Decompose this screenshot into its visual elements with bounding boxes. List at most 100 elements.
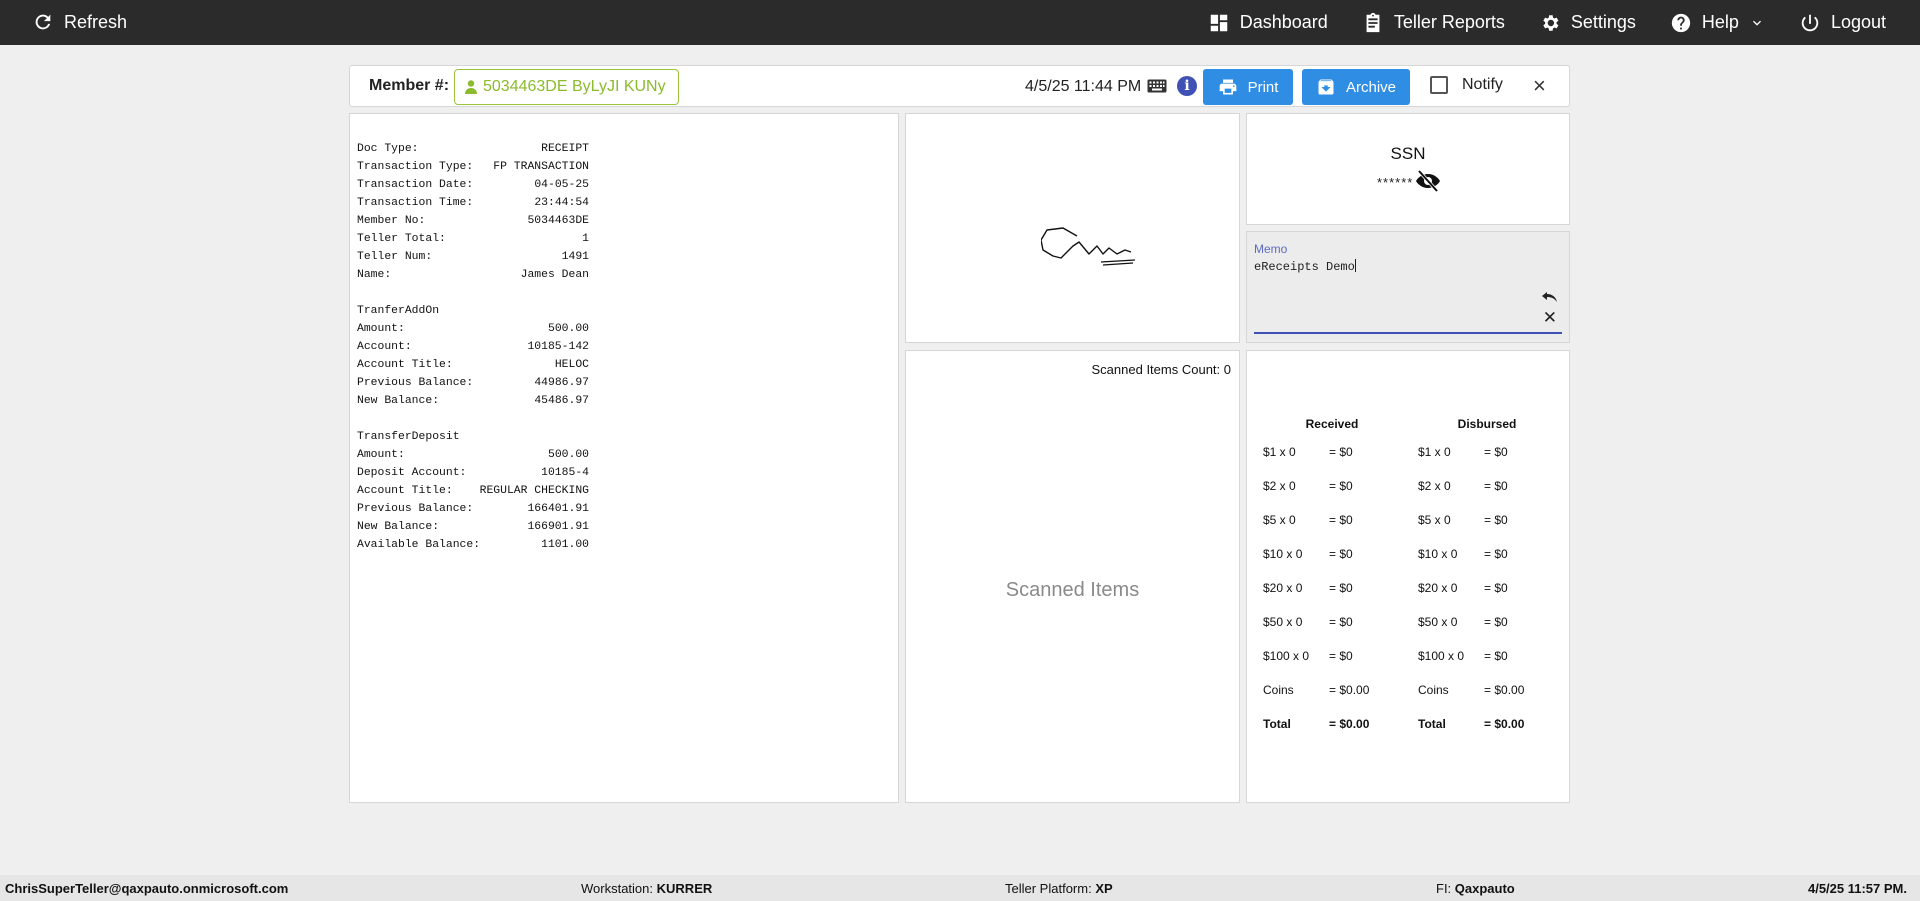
receipt-key: New Balance:: [357, 395, 440, 407]
denomination: Coins: [1263, 683, 1294, 697]
close-button[interactable]: ×: [1533, 74, 1546, 98]
cash-disbursed-column: Disbursed $1 x 0 = $0 $2 x 0 = $0 $5 x 0 = $0…: [1418, 417, 1548, 741]
print-button[interactable]: Print: [1203, 69, 1293, 105]
help-label: Help: [1701, 12, 1739, 32]
receipt-key: Previous Balance:: [357, 503, 474, 515]
refresh-label: Refresh: [64, 11, 128, 32]
scanned-items-panel: Scanned Items Count: 0 Scanned Items: [905, 350, 1240, 803]
receipt-key: Available Balance:: [357, 539, 481, 551]
logout-link[interactable]: Logout: [1799, 12, 1886, 34]
help-icon: [1671, 13, 1691, 32]
memo-input[interactable]: eReceipts Demo: [1254, 259, 1356, 274]
notify-checkbox[interactable]: [1430, 76, 1448, 94]
receipt-section-title: TransferDeposit: [357, 431, 460, 443]
receipt-line: Deposit Account: 10185-4: [357, 464, 589, 482]
dashboard-link[interactable]: Dashboard: [1208, 12, 1328, 34]
info-icon[interactable]: i: [1177, 76, 1197, 96]
disbursed-row: $1 x 0 = $0: [1418, 435, 1548, 469]
receipt-section-title: TranferAddOn: [357, 305, 440, 317]
receipt-key: Member No:: [357, 215, 426, 227]
receipt-line: Account: 10185-142: [357, 338, 589, 356]
denomination: $2 x 0: [1263, 479, 1296, 493]
receipt-key: Deposit Account:: [357, 467, 467, 479]
receipt-value: 500.00: [547, 323, 589, 335]
receipt-line: Amount: 500.00: [357, 446, 589, 464]
receipt-key: Doc Type:: [357, 143, 419, 155]
received-row: $2 x 0 = $0: [1263, 469, 1393, 503]
notify-label: Notify: [1462, 76, 1503, 93]
print-label: Print: [1247, 78, 1279, 96]
help-menu[interactable]: Help: [1670, 12, 1765, 34]
receipt-line: Previous Balance: 44986.97: [357, 374, 589, 392]
dashboard-label: Dashboard: [1239, 12, 1328, 32]
member-number-value: 5034463DE ByLyJI KUNy: [483, 78, 666, 95]
amount: = $0: [1329, 445, 1353, 459]
receipt-line: Member No: 5034463DE: [357, 212, 589, 230]
amount: = $0: [1329, 615, 1353, 629]
denomination: Total: [1263, 717, 1291, 731]
cash-received-column: Received $1 x 0 = $0 $2 x 0 = $0 $5 x 0 = $0 $…: [1263, 417, 1393, 741]
receipt-value: 166401.91: [527, 503, 589, 515]
chevron-down-icon: [1752, 20, 1761, 26]
denomination: $2 x 0: [1418, 479, 1451, 493]
amount: = $0: [1484, 445, 1508, 459]
amount: = $0: [1484, 581, 1508, 595]
received-row: $20 x 0 = $0: [1263, 571, 1393, 605]
disbursed-row: $50 x 0 = $0: [1418, 605, 1548, 639]
receipt-value: 166901.91: [527, 521, 589, 533]
keyboard-icon[interactable]: [1147, 79, 1167, 93]
member-number-chip[interactable]: 5034463DE ByLyJI KUNy: [454, 69, 679, 105]
memo-field[interactable]: Memo eReceipts Demo ✕: [1246, 231, 1570, 343]
denomination: $5 x 0: [1418, 513, 1451, 527]
receipt-value: James Dean: [520, 269, 589, 281]
disbursed-row: $10 x 0 = $0: [1418, 537, 1548, 571]
teller-reports-link[interactable]: Teller Reports: [1362, 12, 1505, 34]
signature-panel: [905, 113, 1240, 343]
dashboard-icon: [1210, 14, 1227, 31]
denomination: $1 x 0: [1418, 445, 1451, 459]
received-row: $1 x 0 = $0: [1263, 435, 1393, 469]
receipt-key: Name:: [357, 269, 392, 281]
receipt-key: Teller Total:: [357, 233, 446, 245]
refresh-icon: [35, 14, 51, 30]
clear-icon[interactable]: ✕: [1543, 309, 1557, 326]
denomination: $50 x 0: [1263, 615, 1303, 629]
power-icon: [1801, 14, 1819, 31]
memo-underline: [1254, 332, 1562, 334]
settings-link[interactable]: Settings: [1539, 12, 1636, 34]
status-datetime: 4/5/25 11:57 PM.: [1807, 881, 1907, 896]
receipt-line: Account Title: REGULAR CHECKING: [357, 482, 589, 500]
member-number-label: Member #:: [369, 77, 450, 94]
amount: = $0: [1329, 479, 1353, 493]
teller-reports-label: Teller Reports: [1393, 12, 1505, 32]
receipt-value: 500.00: [547, 449, 589, 461]
denomination: Total: [1418, 717, 1446, 731]
received-row: $50 x 0 = $0: [1263, 605, 1393, 639]
receipt-spacer: [357, 284, 589, 302]
undo-icon[interactable]: [1541, 290, 1559, 304]
receipt-line: Teller Total: 1: [357, 230, 589, 248]
received-row: $5 x 0 = $0: [1263, 503, 1393, 537]
memo-label: Memo: [1254, 242, 1288, 256]
eye-slash-icon[interactable]: [1415, 169, 1441, 193]
memo-value: eReceipts Demo: [1254, 260, 1355, 274]
denomination: $20 x 0: [1263, 581, 1303, 595]
status-workstation: Workstation: KURRER: [581, 881, 713, 896]
transaction-datetime: 4/5/25 11:44 PM: [1025, 78, 1142, 95]
archive-button[interactable]: Archive: [1302, 69, 1410, 105]
disbursed-total-row: Total = $0.00: [1418, 707, 1548, 741]
ssn-masked-value: ******: [1377, 175, 1414, 190]
archive-icon: [1318, 79, 1334, 95]
clipboard-icon: [1366, 12, 1380, 32]
receipt-line: Transaction Time: 23:44:54: [357, 194, 589, 212]
receipt-value: 1101.00: [541, 539, 589, 551]
amount: = $0.00: [1329, 683, 1370, 697]
refresh-button[interactable]: Refresh: [32, 11, 127, 33]
receipt-value: RECEIPT: [541, 143, 589, 155]
notify-toggle[interactable]: Notify: [1430, 76, 1503, 94]
receipt-key: Teller Num:: [357, 251, 433, 263]
receipt-key: Transaction Date:: [357, 179, 474, 191]
scanned-items-placeholder: Scanned Items: [1005, 579, 1140, 601]
printer-icon: [1219, 79, 1236, 95]
gear-icon: [1543, 14, 1559, 31]
